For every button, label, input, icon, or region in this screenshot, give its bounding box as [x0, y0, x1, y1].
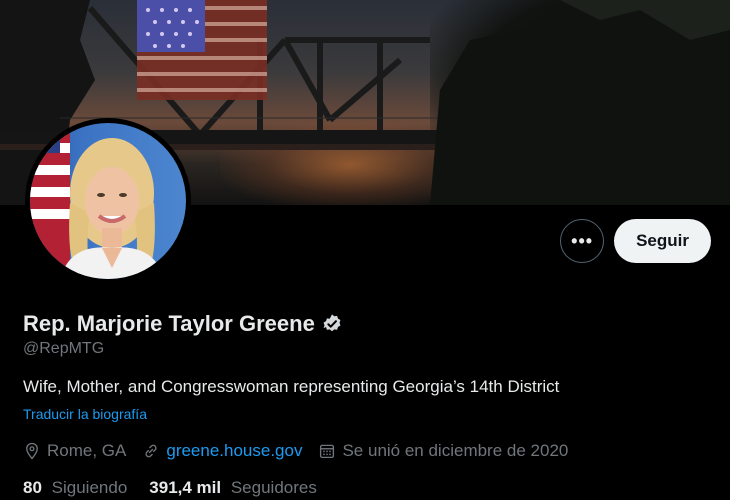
followers-count: 391,4 mil: [149, 478, 222, 497]
website-link[interactable]: greene.house.gov: [166, 441, 302, 461]
profile-stats: 80 Siguiendo 391,4 mil Seguidores: [23, 478, 339, 498]
joined-text: Se unió en diciembre de 2020: [342, 441, 569, 460]
profile-handle: @RepMTG: [23, 340, 105, 357]
location-pin-icon: [26, 442, 38, 460]
profile-avatar[interactable]: [25, 118, 191, 284]
profile-name-row: Rep. Marjorie Taylor Greene: [23, 311, 343, 337]
more-dots-icon: •••: [571, 230, 594, 251]
verified-badge-icon[interactable]: [321, 313, 343, 335]
following-count: 80: [23, 478, 42, 497]
profile-meta: Rome, GA greene.house.gov Se unió en dic…: [23, 441, 584, 461]
following-label: Siguiendo: [51, 478, 128, 497]
joined-item: Se unió en diciembre de 2020: [318, 441, 568, 461]
more-options-button[interactable]: •••: [560, 219, 605, 263]
following-stat[interactable]: 80 Siguiendo: [23, 478, 127, 498]
followers-label: Seguidores: [230, 478, 317, 497]
avatar-photo: [30, 123, 186, 279]
location-item: Rome, GA: [23, 441, 126, 461]
follow-button[interactable]: Seguir: [614, 219, 711, 263]
website-item[interactable]: greene.house.gov: [142, 441, 302, 461]
link-icon: [145, 444, 157, 458]
profile-name: Rep. Marjorie Taylor Greene: [23, 311, 315, 336]
profile-bio: Wife, Mother, and Congresswoman represen…: [23, 377, 560, 396]
location-text: Rome, GA: [47, 441, 127, 460]
follow-button-label: Seguir: [636, 231, 689, 250]
profile-actions: ••• Seguir: [560, 219, 711, 263]
translate-bio-link[interactable]: Traducir la biografía: [23, 406, 147, 422]
avatar-image: [30, 123, 164, 279]
followers-stat[interactable]: 391,4 mil Seguidores: [149, 478, 317, 498]
calendar-icon: [320, 444, 335, 459]
